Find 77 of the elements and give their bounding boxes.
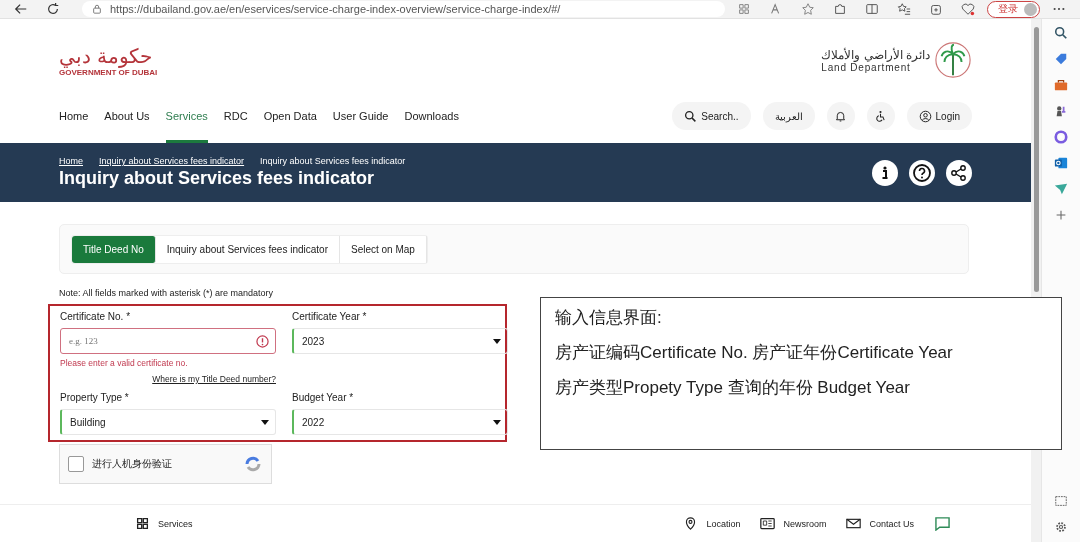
error-message: Please enter a valid certificate no. <box>60 358 189 368</box>
caret-icon <box>493 419 501 425</box>
split-screen-icon[interactable] <box>865 2 879 16</box>
field-label: Certificate No. * <box>60 311 132 322</box>
logo-arabic-text: دائرة الأراضي والأملاك <box>821 47 930 62</box>
chat-icon[interactable] <box>934 516 951 531</box>
caret-icon <box>261 419 269 425</box>
language-button[interactable]: العربية <box>762 102 815 130</box>
scrollbar-thumb[interactable] <box>1033 27 1039 292</box>
help-icon[interactable] <box>909 159 935 186</box>
field-label: Property Type * <box>60 392 130 403</box>
lock-icon[interactable] <box>92 4 102 14</box>
wheelchair-icon <box>874 109 888 123</box>
collections-icon[interactable] <box>929 2 943 16</box>
nav-link[interactable]: User Guide <box>332 89 389 143</box>
heart-pulse-icon[interactable] <box>961 2 975 16</box>
nav-link[interactable]: About Us <box>104 89 150 143</box>
address-bar[interactable]: https://dubailand.gov.ae/en/eservices/service-charge-index-overview/service-charge-index/#/ <box>82 1 725 17</box>
breadcrumb-link[interactable]: Inquiry about Services fees indicator <box>99 156 245 166</box>
info-icon[interactable] <box>872 159 898 186</box>
dropdown[interactable]: Building <box>60 409 276 435</box>
help-link[interactable]: Where is my Title Deed number? <box>152 374 276 384</box>
back-icon[interactable] <box>14 2 28 16</box>
user-icon <box>918 109 932 123</box>
tab[interactable]: Inquiry about Services fees indicator <box>155 235 340 263</box>
annotation-text: 输入信息界面: <box>555 307 663 329</box>
bell-icon <box>834 109 848 123</box>
nav-link[interactable]: Downloads <box>404 89 459 143</box>
dropdown[interactable]: 2022 <box>292 409 508 435</box>
error-icon <box>256 335 269 348</box>
footer-link[interactable]: Location <box>706 518 741 529</box>
tab[interactable]: Title Deed No <box>72 235 156 263</box>
annotation-text: 房产证编码Certificate No. 房产证年份Certificate Year <box>555 342 954 364</box>
nav-link[interactable]: RDC <box>223 89 248 143</box>
outlook-icon[interactable] <box>1054 156 1068 170</box>
field-label: Budget Year * <box>292 392 355 403</box>
account-button[interactable]: 登录 <box>987 0 1040 18</box>
refresh-icon[interactable] <box>46 2 60 16</box>
nav-link[interactable]: Open Data <box>263 89 317 143</box>
search-icon <box>684 109 698 123</box>
toolbox-icon[interactable] <box>1054 78 1068 92</box>
caret-icon <box>493 338 501 344</box>
share-icon[interactable] <box>946 159 972 186</box>
tag-icon[interactable] <box>1054 52 1068 66</box>
accessibility-button[interactable] <box>866 102 895 130</box>
search-icon[interactable] <box>1054 26 1068 40</box>
star-icon[interactable] <box>801 2 815 16</box>
footer-link[interactable]: Contact Us <box>869 518 914 529</box>
notifications-button[interactable] <box>826 102 855 130</box>
footer-link[interactable]: Newsroom <box>783 518 827 529</box>
login-button[interactable]: Login <box>906 102 972 130</box>
url-text: https://dubailand.gov.ae/en/eservices/service-charge-index-overview/service-charge-index/#/ <box>110 3 561 15</box>
settings-icon[interactable] <box>1054 520 1068 534</box>
input-field[interactable]: e.g. 123 <box>61 329 275 353</box>
palm-tree-icon <box>934 41 972 79</box>
services-link[interactable]: Services <box>158 518 193 529</box>
recaptcha-icon <box>243 454 263 474</box>
grid-icon[interactable] <box>135 517 150 530</box>
logo-text: Land Department <box>821 61 911 73</box>
dropdown[interactable]: 2023 <box>292 328 508 354</box>
tab[interactable]: Select on Map <box>340 235 427 263</box>
captcha-text: 进行人机身份验证 <box>92 457 173 471</box>
favorites-icon[interactable] <box>897 2 911 16</box>
annotation-text: 房产类型Propety Type 查询的年份 Budget Year <box>555 377 911 399</box>
breadcrumb-link[interactable]: Home <box>59 156 83 166</box>
envelope-icon <box>846 517 862 530</box>
nav-link[interactable]: Home <box>59 89 89 143</box>
screenshot-icon[interactable] <box>1054 494 1068 508</box>
newspaper-icon <box>760 517 776 530</box>
search-button[interactable]: Search.. <box>672 102 751 130</box>
logo-arabic-text: حكومة دبي <box>59 43 153 68</box>
logo-text: GOVERNMENT OF DUBAI <box>59 67 158 77</box>
paper-plane-icon[interactable] <box>1054 182 1068 196</box>
captcha-checkbox[interactable] <box>68 456 84 472</box>
field-label: Certificate Year * <box>292 311 368 322</box>
mandatory-note: Note: All fields marked with asterisk (*) are mandatory <box>59 288 275 298</box>
page-title: Inquiry about Services fees indicator <box>59 168 376 189</box>
